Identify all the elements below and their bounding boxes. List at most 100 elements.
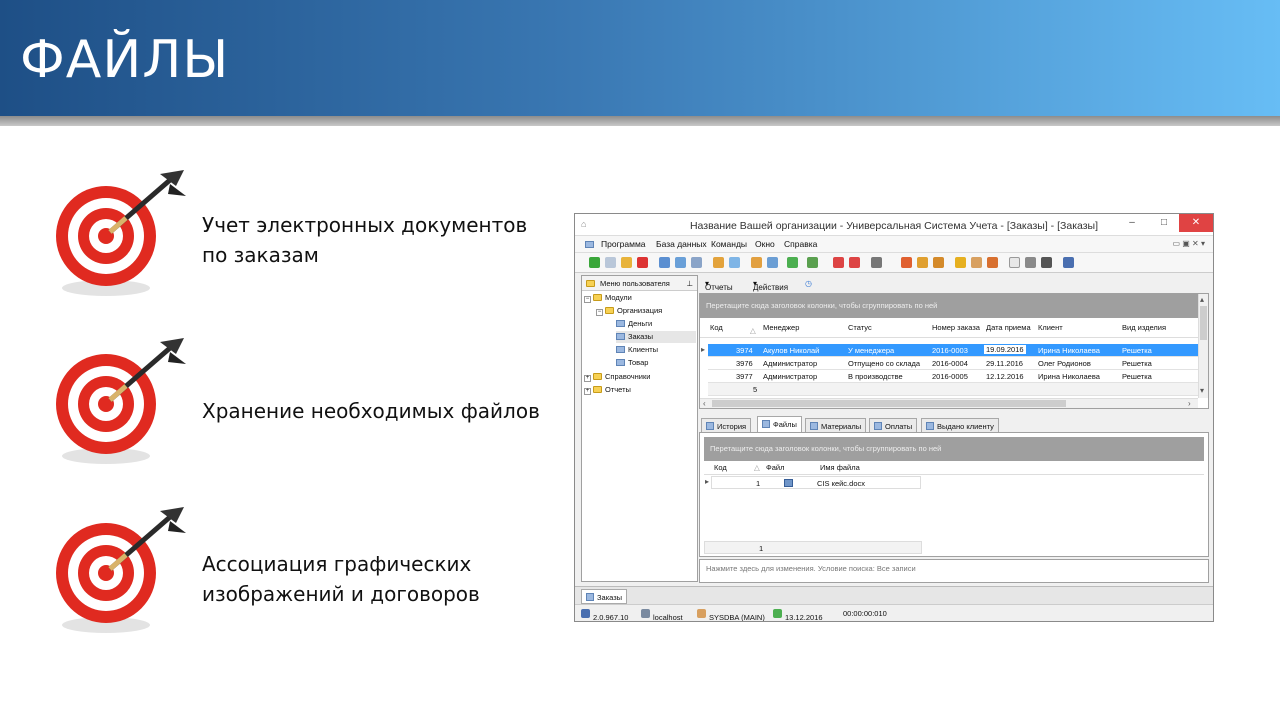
actions-dropdown[interactable]: Действия ▾ (753, 279, 788, 292)
col-date[interactable]: Дата приема (986, 323, 1031, 332)
reports-dropdown[interactable]: Отчеты ▾ (705, 279, 733, 292)
tab-history[interactable]: История (701, 418, 752, 433)
col-manager[interactable]: Менеджер (763, 323, 799, 332)
tree-node-organization[interactable]: − Организация (596, 305, 662, 317)
col-file[interactable]: Файл (766, 463, 784, 472)
table-row[interactable]: 3974 Акулов Николай У менеджера 2016-000… (708, 344, 1200, 357)
filter-icon[interactable] (691, 257, 702, 268)
col-file-code[interactable]: Код (714, 463, 727, 472)
tree-node-clients[interactable]: Клиенты (616, 344, 658, 356)
files-footer: 1 (704, 541, 922, 554)
window-icon[interactable] (833, 257, 844, 268)
status-version: 2.0.967.10 (581, 609, 628, 621)
lock-icon[interactable] (955, 257, 966, 268)
orders-hscrollbar[interactable]: ‹ › (700, 398, 1198, 408)
files-grid-header: Код △ Файл Имя файла (704, 461, 1204, 475)
mdi-controls[interactable]: ▭ ▣ ✕ ▾ (1172, 239, 1205, 248)
chart-icon[interactable] (713, 257, 724, 268)
tree-node-references[interactable]: + Справочники (584, 371, 650, 383)
menu-bar: Программа База данных Команды Окно Справ… (575, 236, 1213, 253)
bullet-item: Хранение необходимых файлов (52, 334, 572, 474)
orders-grid: Перетащите сюда заголовок колонки, чтобы… (699, 293, 1209, 409)
table-row[interactable]: 1 CIS кейс.docx (711, 476, 921, 489)
tab-files[interactable]: Файлы (757, 416, 802, 433)
bottom-tab-strip: Заказы (575, 586, 1213, 604)
col-client[interactable]: Клиент (1038, 323, 1063, 332)
maximize-button[interactable]: □ (1151, 214, 1177, 232)
search-icon[interactable] (659, 257, 670, 268)
bullet-text: Хранение необходимых файлов (202, 399, 540, 423)
media-icon[interactable] (1041, 257, 1052, 268)
menu-item-window[interactable]: Окно (755, 239, 775, 249)
col-status[interactable]: Статус (848, 323, 872, 332)
menu-item-help[interactable]: Справка (784, 239, 817, 249)
comment-icon[interactable] (729, 257, 740, 268)
database-icon[interactable] (1063, 257, 1074, 268)
tab-materials[interactable]: Материалы (805, 418, 867, 433)
export-icon[interactable] (767, 257, 778, 268)
filter-bar[interactable]: Нажмите здесь для изменения. Условие пои… (699, 559, 1209, 583)
nav-panel-title: Меню пользователя (600, 279, 670, 288)
sound-icon[interactable] (871, 257, 882, 268)
settings-icon[interactable] (917, 257, 928, 268)
menu-app-icon (585, 239, 597, 249)
tools-icon[interactable] (901, 257, 912, 268)
calendar-icon[interactable] (1009, 257, 1020, 268)
pin-icon[interactable]: ⊥ (686, 279, 693, 288)
status-date: 13.12.2016 (773, 609, 823, 621)
tree-node-orders[interactable]: Заказы (616, 331, 696, 343)
word-document-icon[interactable] (784, 479, 793, 487)
app-window: ⌂ Название Вашей организации - Универсал… (574, 213, 1214, 622)
close-button[interactable]: ✕ (1179, 214, 1213, 232)
col-code[interactable]: Код (710, 323, 723, 332)
orders-vscrollbar[interactable]: ▴ ▾ (1198, 294, 1208, 398)
tab-payments[interactable]: Оплаты (869, 418, 918, 433)
sort-asc-icon: △ (754, 463, 760, 472)
print-icon[interactable] (787, 257, 798, 268)
tree-node-reports[interactable]: + Отчеты (584, 384, 631, 396)
row-indicator-icon: ▸ (705, 477, 710, 486)
window-titlebar: ⌂ Название Вашей организации - Универсал… (575, 214, 1213, 236)
menu-item-commands[interactable]: Команды (711, 239, 747, 249)
edit-icon[interactable] (621, 257, 632, 268)
tab-issued[interactable]: Выдано клиенту (921, 418, 999, 433)
printer-icon[interactable] (1025, 257, 1036, 268)
menu-item-database[interactable]: База данных (656, 239, 707, 249)
col-file-name[interactable]: Имя файла (820, 463, 860, 472)
orders-toolbar: Отчеты ▾ Действия ▾ ◷ (699, 275, 1209, 293)
sort-icon[interactable] (751, 257, 762, 268)
layout-icon[interactable] (849, 257, 860, 268)
folder-icon (586, 279, 598, 288)
copy-icon[interactable] (605, 257, 616, 268)
group-panel[interactable]: Перетащите сюда заголовок колонки, чтобы… (700, 294, 1208, 318)
user-icon[interactable] (987, 257, 998, 268)
files-group-panel[interactable]: Перетащите сюда заголовок колонки, чтобы… (704, 437, 1204, 461)
tree-node-modules[interactable]: − Модули (584, 292, 632, 304)
status-server: localhost (641, 609, 683, 621)
import-icon[interactable] (807, 257, 818, 268)
bottom-tab-orders[interactable]: Заказы (581, 589, 628, 604)
nav-panel-header[interactable]: Меню пользователя ⊥ (582, 276, 697, 291)
tree-node-money[interactable]: Деньги (616, 318, 652, 330)
col-product[interactable]: Вид изделия (1122, 323, 1166, 332)
slide-title: ФАЙЛЫ (20, 30, 230, 90)
bullet-text: Ассоциация графических изображений и дог… (202, 552, 480, 606)
dart-target-icon (56, 170, 186, 296)
clock-icon[interactable]: ◷ (805, 279, 812, 288)
table-row[interactable]: 3976 Администратор Отпущено со склада 20… (708, 357, 1200, 370)
users-icon[interactable] (971, 257, 982, 268)
status-timer: 00:00:00:010 (843, 609, 887, 618)
col-order-no[interactable]: Номер заказа (932, 323, 980, 332)
menu-item-program[interactable]: Программа (601, 239, 646, 249)
table-row[interactable]: 3977 Администратор В производстве 2016-0… (708, 370, 1200, 383)
tree-node-goods[interactable]: Товар (616, 357, 648, 369)
minimize-button[interactable]: – (1119, 214, 1145, 232)
refresh-icon[interactable] (675, 257, 686, 268)
banner-divider (0, 116, 1280, 126)
note-icon[interactable] (933, 257, 944, 268)
bullet-item: Учет электронных документов по заказам (52, 166, 572, 306)
orders-footer: 5 (708, 383, 1200, 396)
add-icon[interactable] (589, 257, 600, 268)
delete-icon[interactable] (637, 257, 648, 268)
status-user: SYSDBA (MAIN) (697, 609, 765, 621)
